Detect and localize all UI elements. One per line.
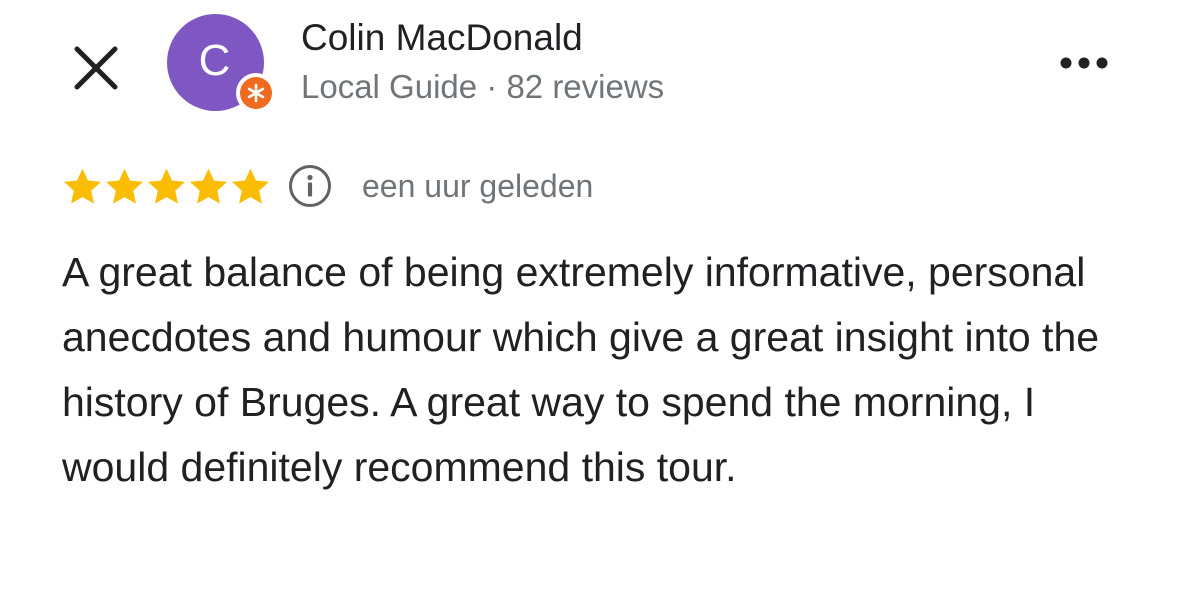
avatar-initial: C: [198, 35, 231, 85]
star-icon: [106, 168, 143, 204]
local-guide-star-icon: [247, 83, 265, 103]
close-button[interactable]: [68, 40, 124, 96]
local-guide-badge: [236, 73, 276, 113]
more-options-button[interactable]: [1054, 46, 1114, 80]
star-icon: [190, 168, 227, 204]
close-icon: [74, 46, 118, 90]
info-icon[interactable]: [287, 163, 333, 209]
rating-row: een uur geleden: [62, 164, 593, 208]
more-horizontal-icon: [1060, 57, 1108, 69]
star-icon: [64, 168, 101, 204]
star-icon: [232, 168, 269, 204]
star-rating: [62, 166, 272, 206]
author-name[interactable]: Colin MacDonald: [301, 16, 583, 60]
review-time: een uur geleden: [362, 167, 594, 204]
star-icon: [148, 168, 185, 204]
review-text: A great balance of being extremely infor…: [62, 249, 1100, 490]
author-meta: Local Guide · 82 reviews: [301, 68, 665, 105]
